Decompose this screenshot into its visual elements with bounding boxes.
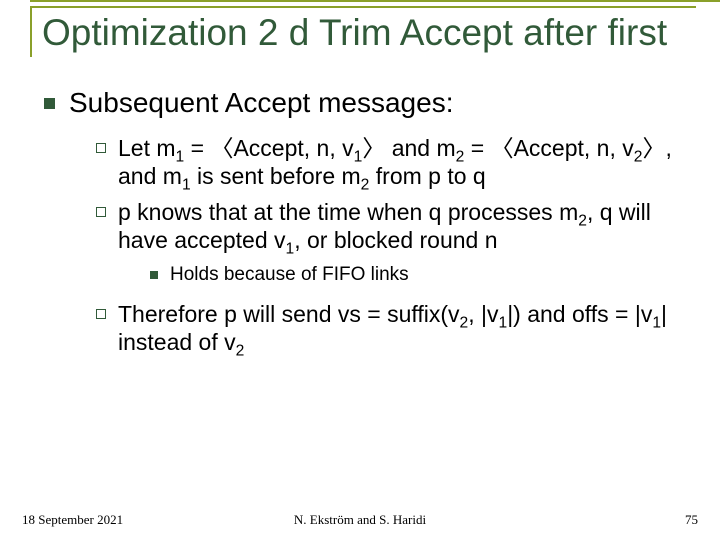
hollow-square-icon xyxy=(96,207,106,217)
bullet-p-knows: p knows that at the time when q processe… xyxy=(118,198,686,254)
text: Therefore p will send vs = suffix(v xyxy=(118,301,460,327)
subscript: 1 xyxy=(182,176,191,193)
text: Let m xyxy=(118,135,176,161)
bullet-l2: Therefore p will send vs = suffix(v2, |v… xyxy=(96,300,696,356)
slide: Optimization 2 d Trim Accept after first… xyxy=(0,0,720,540)
bullet-l1: Subsequent Accept messages: xyxy=(44,87,696,119)
text: = 〈Accept, n, v xyxy=(184,135,353,161)
subscript: 2 xyxy=(236,342,245,359)
small-square-icon xyxy=(150,271,158,279)
slide-title: Optimization 2 d Trim Accept after first xyxy=(42,12,696,53)
bullet-fifo: Holds because of FIFO links xyxy=(170,264,409,286)
text: p knows that at the time when q processe… xyxy=(118,199,578,225)
title-top-rule xyxy=(30,0,720,2)
text: , or blocked round n xyxy=(294,227,497,253)
subscript: 2 xyxy=(578,212,587,229)
text: is sent before m xyxy=(191,163,361,189)
footer: 18 September 2021 N. Ekström and S. Hari… xyxy=(0,512,720,528)
square-bullet-icon xyxy=(44,98,55,109)
bullet-l2: p knows that at the time when q processe… xyxy=(96,198,696,254)
footer-authors: N. Ekström and S. Haridi xyxy=(0,512,720,528)
hollow-square-icon xyxy=(96,309,106,319)
subscript: 1 xyxy=(652,314,661,331)
bullet-therefore: Therefore p will send vs = suffix(v2, |v… xyxy=(118,300,686,356)
hollow-square-icon xyxy=(96,143,106,153)
bullet-let-definition: Let m1 = 〈Accept, n, v1〉 and m2 = 〈Accep… xyxy=(118,134,686,190)
text: |) and offs = |v xyxy=(507,301,652,327)
heading-text: Subsequent Accept messages: xyxy=(69,87,453,119)
subscript: 1 xyxy=(286,240,295,257)
text: from p to q xyxy=(369,163,485,189)
title-box: Optimization 2 d Trim Accept after first xyxy=(30,6,696,57)
subscript: 2 xyxy=(460,314,469,331)
bullet-l3: Holds because of FIFO links xyxy=(150,264,696,286)
bullet-l2: Let m1 = 〈Accept, n, v1〉 and m2 = 〈Accep… xyxy=(96,134,696,190)
content-area: Subsequent Accept messages: Let m 1 = 〈Ac… xyxy=(24,87,696,355)
text: = 〈Accept, n, v xyxy=(464,135,633,161)
text: , |v xyxy=(468,301,498,327)
subscript: 1 xyxy=(499,314,508,331)
text: 〉 and m xyxy=(362,135,455,161)
